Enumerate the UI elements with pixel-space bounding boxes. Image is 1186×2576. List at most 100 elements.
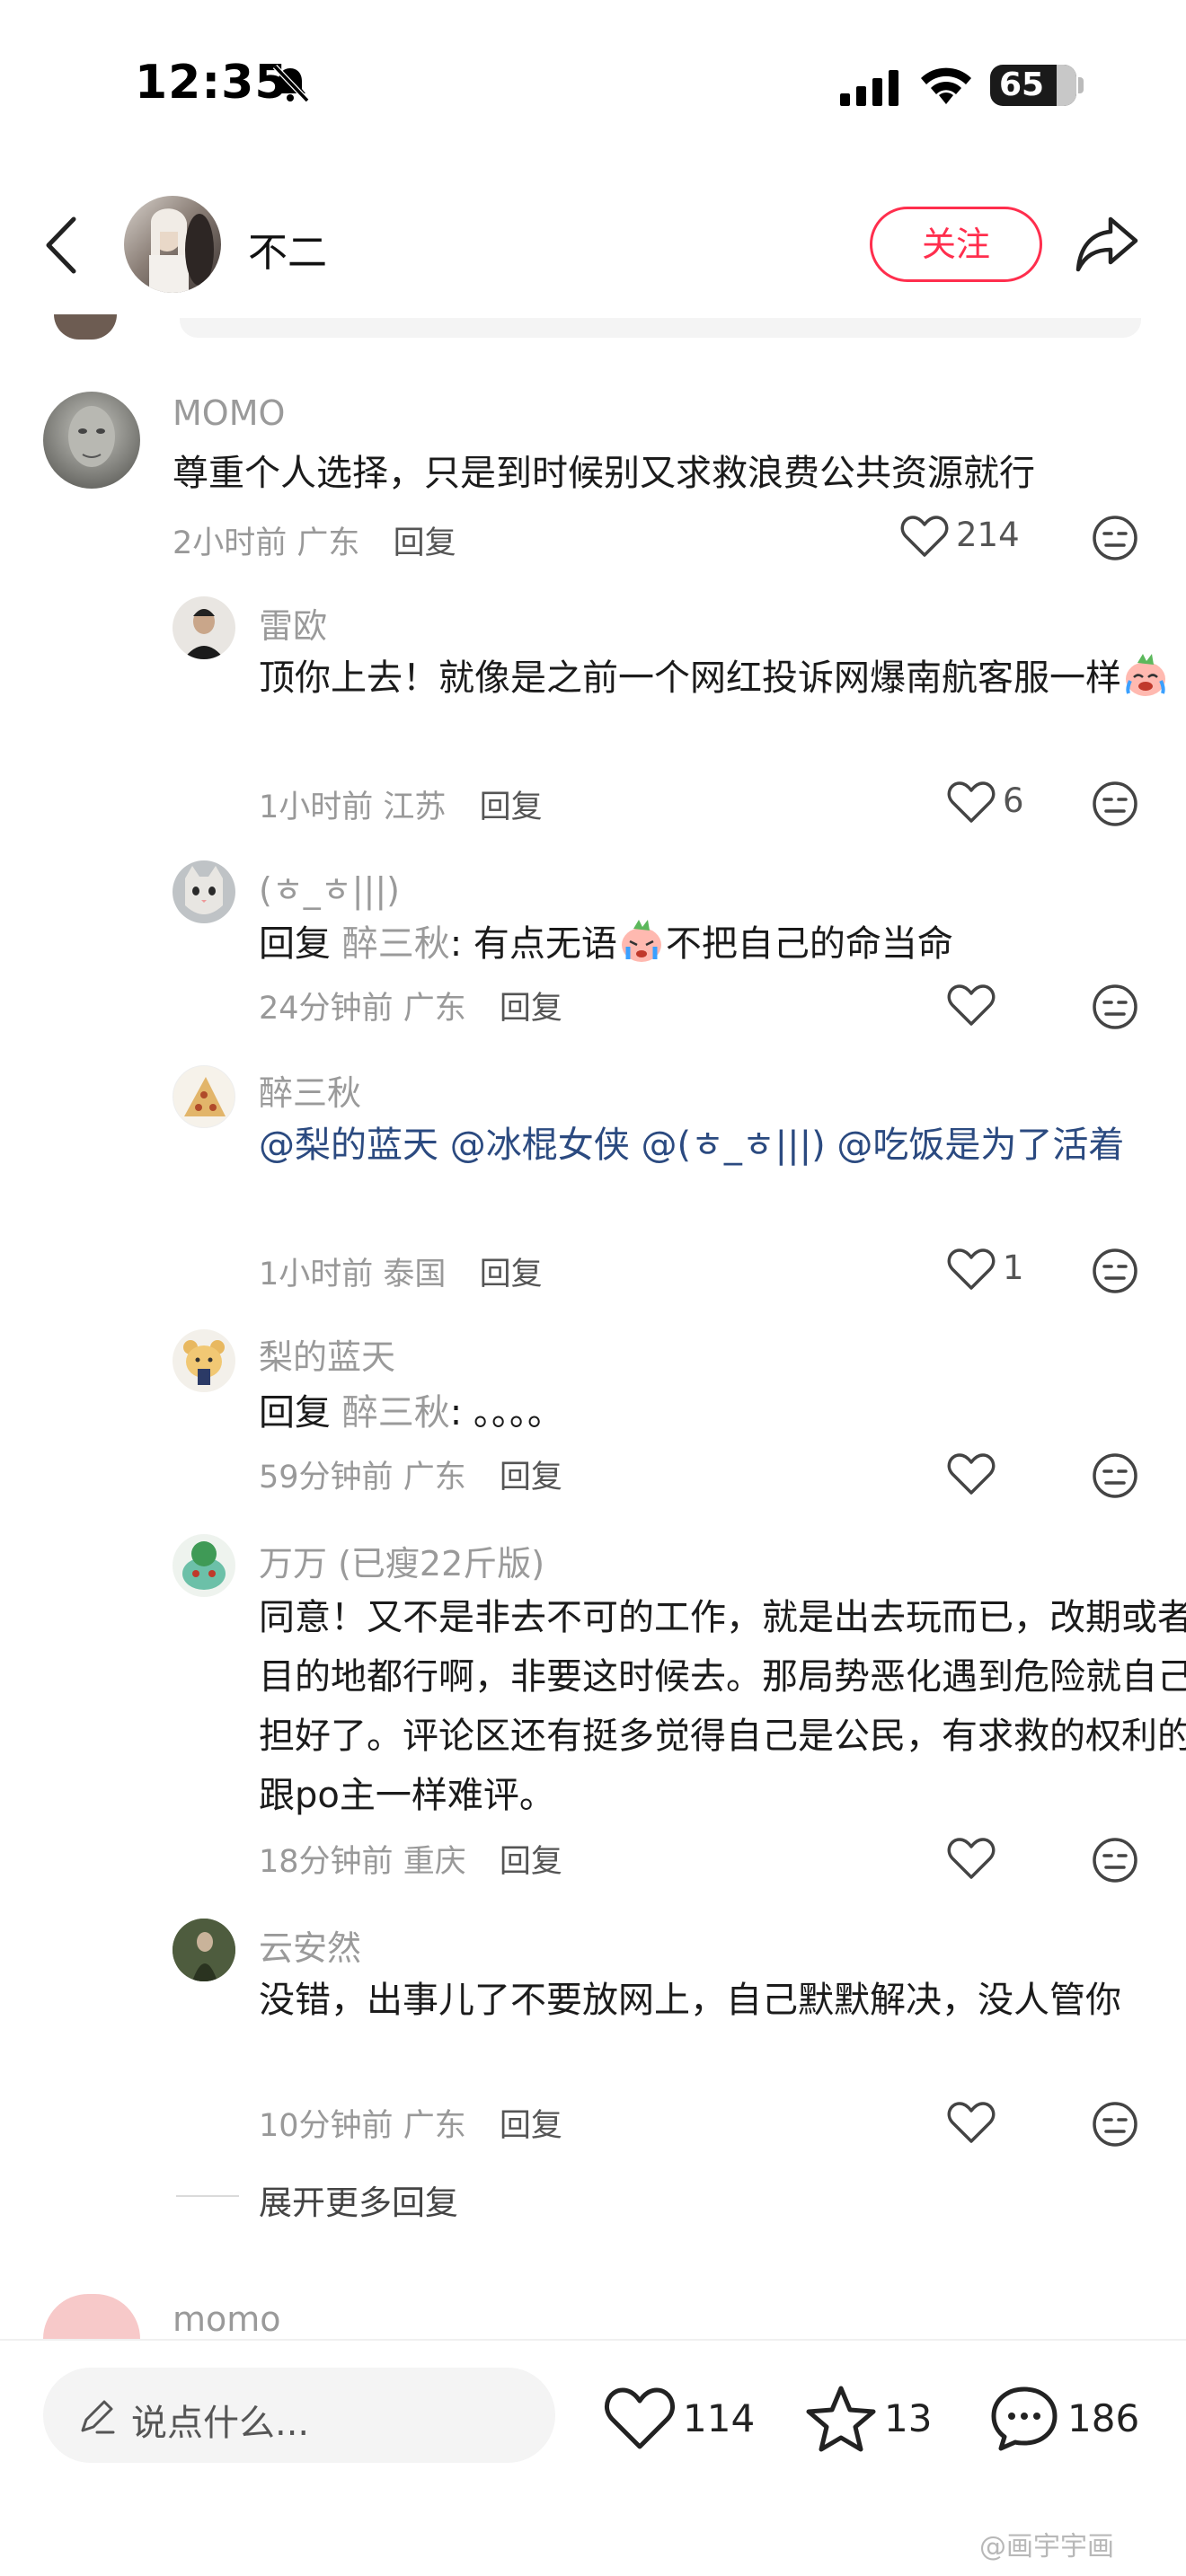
dislike-icon[interactable]	[1091, 2100, 1139, 2148]
reply-reply-button[interactable]: 回复	[480, 790, 543, 825]
reply-reply-button[interactable]: 回复	[500, 1460, 562, 1495]
reply-avatar-image	[173, 1919, 235, 1981]
next-commenter-username[interactable]: momo	[173, 2299, 281, 2339]
mention-link[interactable]: @吃饭是为了活着	[836, 1125, 1124, 1166]
commenter-avatar-image	[68, 406, 115, 467]
signal-icon	[840, 70, 898, 106]
reply-reply-button[interactable]: 回复	[480, 1257, 543, 1292]
heart-icon	[947, 1838, 996, 1879]
reply-location: 重庆	[403, 1844, 466, 1880]
post-like-count: 114	[683, 2396, 756, 2440]
reply-username[interactable]: 醉三秋	[259, 1065, 361, 1115]
reply-to-user[interactable]: 醉三秋	[342, 1392, 450, 1434]
crying-emoji-icon	[621, 920, 661, 962]
previous-avatar-edge	[54, 314, 117, 340]
reply-avatar[interactable]	[173, 1329, 235, 1392]
status-bar: 12:35 65	[0, 0, 1186, 171]
chat-bubble-icon	[991, 2386, 1058, 2451]
pencil-icon	[81, 2400, 115, 2434]
crying-laughing-emoji-icon	[1126, 654, 1165, 696]
back-icon[interactable]	[41, 214, 81, 277]
reply-avatar[interactable]	[173, 1919, 235, 1981]
reply-text: 回复 醉三秋: 有点无语 不把自己的命当命	[259, 914, 1186, 974]
watermark: @画宇宇画	[979, 2531, 1114, 2563]
star-icon	[806, 2386, 876, 2452]
reply-text: 顶你上去！就像是之前一个网红投诉网爆南航客服一样	[259, 648, 1186, 708]
reply-prefix: 回复	[259, 923, 331, 965]
reply-text-tail: 不把自己的命当命	[665, 923, 953, 965]
reply-avatar[interactable]	[173, 860, 235, 923]
dislike-icon[interactable]	[1091, 983, 1139, 1031]
heart-icon	[947, 2102, 996, 2143]
reply-avatar[interactable]	[173, 596, 235, 659]
reply-meta: 1小时前 江苏 回复	[259, 781, 543, 827]
battery-level: 65	[999, 66, 1045, 103]
reply-time: 18分钟前	[259, 1844, 394, 1880]
reply-location: 广东	[403, 2108, 466, 2144]
comment-reply-button[interactable]: 回复	[394, 525, 456, 561]
reply-text-body: : 有点无语	[449, 923, 617, 965]
dislike-icon[interactable]	[1091, 1247, 1139, 1295]
next-commenter-avatar[interactable]	[43, 2294, 140, 2339]
heart-icon	[900, 516, 949, 557]
bear-avatar-image	[183, 1340, 225, 1385]
post-favorite-count: 13	[884, 2396, 933, 2440]
reply-time: 1小时前	[259, 1257, 374, 1292]
reply-username[interactable]: 雷欧	[259, 598, 327, 648]
post-comment-count: 186	[1067, 2396, 1140, 2440]
share-icon[interactable]	[1075, 212, 1141, 275]
comment-input-placeholder[interactable]: 说点什么...	[131, 2394, 309, 2446]
bulbasaur-avatar-image	[182, 1541, 226, 1590]
reply-location: 广东	[403, 991, 466, 1027]
reply-avatar[interactable]	[173, 1065, 235, 1128]
mention-link[interactable]: @冰棍女侠	[450, 1125, 630, 1166]
reply-reply-button[interactable]: 回复	[500, 1844, 562, 1880]
reply-username[interactable]: (ㅎ_ㅎ|||)	[259, 862, 400, 912]
reply-avatar-image	[183, 609, 225, 659]
reply-location: 江苏	[383, 790, 447, 825]
dislike-icon[interactable]	[1091, 1836, 1139, 1884]
expand-divider	[176, 2195, 239, 2197]
mention-link[interactable]: @(ㅎ_ㅎ|||)	[641, 1125, 825, 1166]
commenter-username[interactable]: MOMO	[173, 393, 285, 433]
comment-location: 广东	[296, 525, 360, 561]
reply-avatar[interactable]	[173, 1534, 235, 1597]
dislike-icon[interactable]	[1091, 514, 1139, 562]
reply-text-body: : 。。。。	[449, 1392, 563, 1434]
reply-reply-button[interactable]: 回复	[500, 2108, 562, 2144]
reply-to-user[interactable]: 醉三秋	[342, 923, 450, 965]
comment-time: 2小时前	[173, 525, 288, 561]
follow-button[interactable]: 关注	[870, 207, 1042, 282]
reply-meta: 1小时前 泰国 回复	[259, 1248, 543, 1294]
reply-username[interactable]: 万万 (已瘦22斤版)	[259, 1536, 544, 1585]
heart-icon	[947, 1453, 996, 1495]
author-avatar[interactable]	[124, 196, 221, 293]
reply-username[interactable]: 云安然	[259, 1920, 361, 1970]
reply-reply-button[interactable]: 回复	[500, 991, 562, 1027]
reply-text: 同意！又不是非去不可的工作，就是出去玩而已，改期或者改目的地都行啊，非要这时候去…	[259, 1597, 1186, 1816]
reply-text: 回复 醉三秋: 。。。。	[259, 1383, 1186, 1442]
battery-tip	[1078, 77, 1084, 93]
reply-text-body: 顶你上去！就像是之前一个网红投诉网爆南航客服一样	[259, 657, 1121, 699]
status-time: 12:35	[135, 56, 288, 110]
reply-meta: 10分钟前 广东 回复	[259, 2100, 562, 2146]
heart-icon	[947, 984, 996, 1026]
reply-text: 没错，出事儿了不要放网上，自己默默解决，没人管你	[259, 1980, 1121, 2021]
dislike-icon[interactable]	[1091, 780, 1139, 828]
dislike-icon[interactable]	[1091, 1451, 1139, 1500]
reply-time: 1小时前	[259, 790, 374, 825]
wifi-icon	[921, 67, 971, 104]
bell-off-icon	[272, 64, 310, 103]
heart-icon	[947, 1248, 996, 1290]
author-name[interactable]: 不二	[248, 220, 327, 278]
expand-more-replies[interactable]: 展开更多回复	[259, 2175, 458, 2224]
reply-like-count: 1	[1003, 1248, 1024, 1287]
mention-link[interactable]: @梨的蓝天	[259, 1125, 438, 1166]
commenter-avatar[interactable]	[43, 392, 140, 489]
reply-time: 24分钟前	[259, 991, 394, 1027]
reply-meta: 24分钟前 广东 回复	[259, 983, 562, 1028]
reply-username[interactable]: 梨的蓝天	[259, 1329, 395, 1379]
comment-meta: 2小时前 广东 回复	[173, 517, 456, 563]
reply-prefix: 回复	[259, 1392, 331, 1434]
reply-location: 泰国	[383, 1257, 447, 1292]
